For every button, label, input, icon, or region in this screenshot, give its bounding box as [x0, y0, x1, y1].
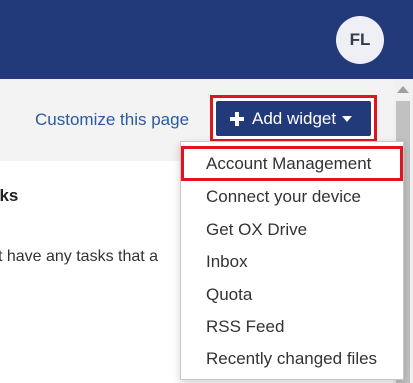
menu-item-connect-device[interactable]: Connect your device: [206, 187, 361, 207]
user-avatar[interactable]: FL: [336, 16, 384, 64]
widget-title: sks: [0, 186, 19, 205]
customize-page-link[interactable]: Customize this page: [35, 110, 189, 130]
caret-down-icon: [342, 115, 353, 122]
plus-icon: [230, 111, 244, 126]
menu-item-quota[interactable]: Quota: [206, 285, 252, 305]
menu-item-get-ox-drive[interactable]: Get OX Drive: [206, 220, 307, 240]
scroll-up-arrow-icon[interactable]: [397, 86, 409, 93]
widget-message-line1: n't have any tasks that a: [0, 248, 159, 265]
menu-item-rss-feed[interactable]: RSS Feed: [206, 317, 284, 337]
menu-item-inbox[interactable]: Inbox: [206, 252, 248, 272]
menu-item-account-management[interactable]: Account Management: [206, 154, 371, 174]
menu-item-recently-changed-files[interactable]: Recently changed files: [206, 349, 377, 369]
add-widget-button[interactable]: Add widget: [216, 101, 371, 136]
avatar-initials: FL: [349, 30, 371, 49]
add-widget-label: Add widget: [252, 108, 337, 128]
widget-message-line2: e.: [0, 267, 1, 288]
